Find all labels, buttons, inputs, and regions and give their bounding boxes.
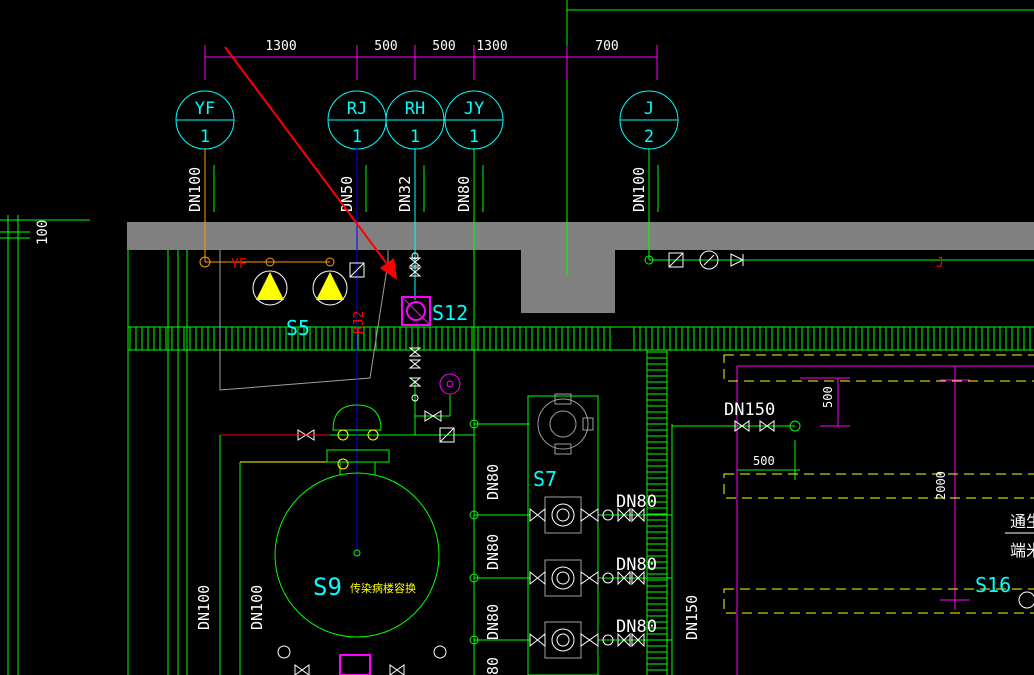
background (0, 0, 1034, 675)
pipe-size-label: DN100 (186, 167, 204, 212)
s12-label: S12 (432, 301, 468, 325)
dn100-bottom-label: DN100 (248, 585, 266, 630)
pump-size-label: DN80 (616, 617, 657, 637)
top-dimension-label: 500 (374, 39, 397, 54)
pipe-tag-number: 1 (200, 127, 210, 147)
dn80-vertical-label: DN80 (484, 464, 502, 500)
dn150-horizontal-label: DN150 (724, 400, 775, 420)
s9-label: S9 (313, 573, 342, 601)
pipe-tag-j: J2 (619, 90, 679, 150)
pipe-size-label: DN100 (630, 167, 648, 212)
pipe-tag-number: 2 (644, 127, 654, 147)
pipe-tag-rj: RJ 1 (327, 90, 387, 150)
pipe-size-label: DN80 (455, 176, 473, 212)
pipe-tag-rh: RH 1 (385, 90, 445, 150)
pipe-tag-code: JY (464, 99, 484, 119)
pipe-tag-code: J (644, 99, 654, 119)
rj2-label: RJ2 (352, 311, 367, 334)
s16-label: S16 (975, 573, 1011, 597)
s9-caption: 传染病楼容换 (350, 581, 416, 595)
dn80-vertical-label: DN80 (484, 604, 502, 640)
pump-size-label: DN80 (616, 492, 657, 512)
top-wall-slab (127, 222, 1034, 250)
pipe-tag-number: 1 (410, 127, 420, 147)
j-tag: J (936, 256, 944, 271)
dn150-vertical-label: DN150 (683, 595, 701, 640)
right-text-2: 端米 (1010, 541, 1034, 560)
top-dimension-label: 1300 (265, 39, 296, 54)
pipe-tag-number: 1 (469, 127, 479, 147)
pipe-tag-code: RJ (347, 99, 367, 119)
dn80-vertical-label: DN80 (484, 534, 502, 570)
right-text-1: 通生 (1010, 512, 1034, 531)
pipe-tag-jy: JY 1 (444, 90, 504, 150)
pipe-tag-number: 1 (352, 127, 362, 147)
top-dimension-label: 500 (432, 39, 455, 54)
s5-label: S5 (286, 316, 310, 340)
pipe-tag-code: RH (405, 99, 425, 119)
dim-500-horizontal: 500 (753, 454, 775, 468)
dim-left-100: 100 (35, 220, 51, 245)
cad-drawing-canvas[interactable]: YF1RJ1RH1JY1J2 DN100 DN50 DN32 DN80 DN100DN8… (0, 0, 1034, 675)
pipe-tag-code: YF (195, 99, 215, 119)
top-dimension-label: 1300 (476, 39, 507, 54)
pump-size-label: DN80 (616, 555, 657, 575)
s7-label: S7 (533, 467, 557, 491)
dn100-bottom-label: DN100 (195, 585, 213, 630)
dn80-vertical-label: 80 (484, 657, 502, 675)
yf-tag: YF (231, 257, 247, 272)
pipe-tag-yf: YF 1 (175, 90, 235, 150)
pipe-size-label: DN50 (338, 176, 356, 212)
pipe-size-label: DN32 (396, 176, 414, 212)
top-dimension-label: 700 (595, 39, 618, 54)
wall-column (521, 250, 615, 313)
dim-2000: 2000 (934, 471, 948, 500)
dim-500-vertical: 500 (821, 386, 835, 408)
